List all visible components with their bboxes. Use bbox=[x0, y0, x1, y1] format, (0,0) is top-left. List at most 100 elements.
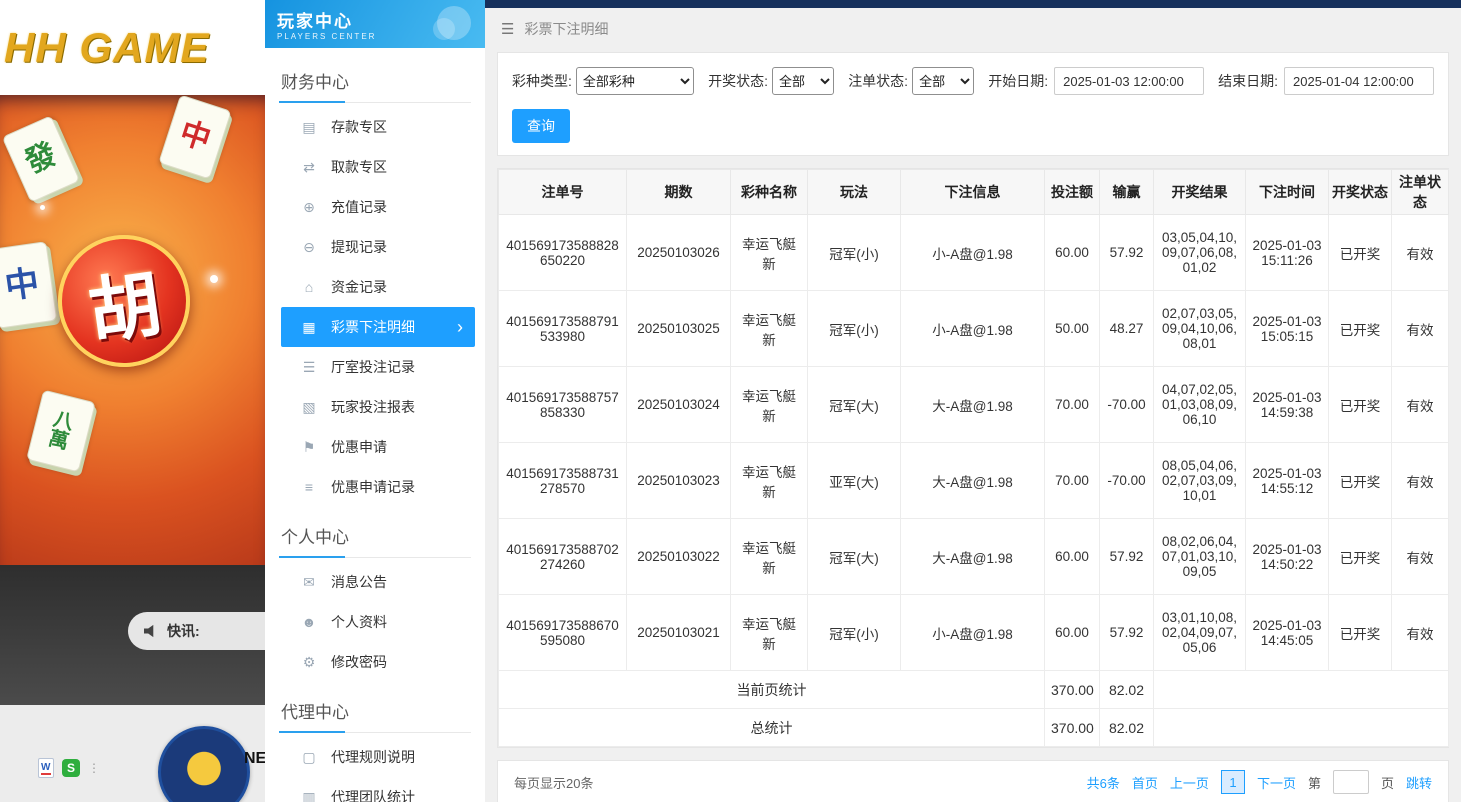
table-cell: 20250103025 bbox=[627, 291, 731, 367]
tile-char: 中 bbox=[3, 266, 41, 304]
table-cell: 幸运飞艇新 bbox=[731, 291, 808, 367]
sidebar-item-promo[interactable]: ⚑优惠申请 bbox=[281, 427, 475, 467]
table-cell: 02,07,03,05,09,04,10,06,08,01 bbox=[1154, 291, 1246, 367]
sidebar-item-lottery[interactable]: ▦ 彩票下注明细 › bbox=[281, 307, 475, 347]
table-cell: 50.00 bbox=[1045, 291, 1100, 367]
sidebar-item-label: 个人资料 bbox=[331, 612, 387, 632]
table-cell: 冠军(小) bbox=[808, 595, 901, 671]
bell-icon: ✉ bbox=[301, 574, 317, 591]
sidebar-item-cashout[interactable]: ⊖提现记录 bbox=[281, 227, 475, 267]
top-navy-bar bbox=[485, 0, 1461, 8]
column-header: 开奖状态 bbox=[1329, 170, 1392, 215]
bet-table: 注单号期数彩种名称玩法下注信息投注额输赢开奖结果下注时间开奖状态注单状态4015… bbox=[498, 169, 1449, 747]
chevron-right-icon: › bbox=[457, 318, 463, 336]
sidebar-item-label: 彩票下注明细 bbox=[331, 317, 415, 337]
table-row: 40156917358873127857020250103023幸运飞艇新亚军(… bbox=[499, 443, 1449, 519]
table-cell: -70.00 bbox=[1100, 443, 1154, 519]
withdraw-icon: ⇄ bbox=[301, 159, 317, 176]
table-cell: 20250103022 bbox=[627, 519, 731, 595]
speaker-icon bbox=[144, 624, 159, 638]
current-page[interactable]: 1 bbox=[1221, 770, 1245, 794]
sidebar-header: 玩家中心 PLAYERS CENTER bbox=[265, 0, 485, 48]
promo-badge-char: 胡 bbox=[81, 244, 167, 358]
section-title: 个人中心 bbox=[279, 519, 471, 558]
draw-status-select[interactable]: 全部 bbox=[772, 67, 834, 95]
sidebar-item-recharge[interactable]: ⊕充值记录 bbox=[281, 187, 475, 227]
bet-status-label: 注单状态: bbox=[848, 71, 908, 91]
sidebar-item-label: 代理规则说明 bbox=[331, 747, 415, 767]
jump-page-input[interactable] bbox=[1333, 770, 1369, 794]
table-cell: 60.00 bbox=[1045, 215, 1100, 291]
table-cell: 有效 bbox=[1392, 595, 1449, 671]
lottery-icon: ▦ bbox=[301, 319, 317, 336]
column-header: 下注时间 bbox=[1246, 170, 1329, 215]
promo-image: 發 中 中 八 萬 胡 bbox=[0, 95, 265, 565]
page-title: 彩票下注明细 bbox=[524, 19, 608, 39]
column-header: 玩法 bbox=[808, 170, 901, 215]
table-cell: 20250103024 bbox=[627, 367, 731, 443]
sidebar-item-stats[interactable]: ▥代理团队统计 bbox=[281, 777, 475, 802]
table-cell: 已开奖 bbox=[1329, 519, 1392, 595]
sidebar-item-deposit[interactable]: ▤存款专区 bbox=[281, 107, 475, 147]
table-cell: 401569173588757858330 bbox=[499, 367, 627, 443]
sidebar-item-user[interactable]: ☻个人资料 bbox=[281, 602, 475, 642]
word-doc-icon[interactable] bbox=[38, 758, 54, 778]
end-date-input[interactable] bbox=[1284, 67, 1434, 95]
sidebar-item-bell[interactable]: ✉ 消息公告 bbox=[281, 562, 475, 602]
sidebar-item-report[interactable]: ▧玩家投注报表 bbox=[281, 387, 475, 427]
sogou-icon[interactable] bbox=[62, 759, 80, 777]
table-cell: 已开奖 bbox=[1329, 595, 1392, 671]
cashout-icon: ⊖ bbox=[301, 239, 317, 256]
jump-prefix: 第 bbox=[1308, 773, 1321, 792]
table-cell: 57.92 bbox=[1100, 595, 1154, 671]
jump-button[interactable]: 跳转 bbox=[1406, 773, 1432, 792]
query-button[interactable]: 查询 bbox=[512, 109, 570, 143]
table-cell: 幸运飞艇新 bbox=[731, 519, 808, 595]
table-cell: 已开奖 bbox=[1329, 443, 1392, 519]
column-header: 投注额 bbox=[1045, 170, 1100, 215]
table-cell: 幸运飞艇新 bbox=[731, 367, 808, 443]
start-date-label: 开始日期: bbox=[988, 71, 1048, 91]
pagination-bar: 每页显示20条 共6条 首页 上一页 1 下一页 第 页 跳转 bbox=[497, 760, 1449, 802]
sidebar-item-funds[interactable]: ⌂资金记录 bbox=[281, 267, 475, 307]
next-page-link[interactable]: 下一页 bbox=[1257, 773, 1296, 792]
column-header: 注单状态 bbox=[1392, 170, 1449, 215]
table-cell: 20250103023 bbox=[627, 443, 731, 519]
first-page-link[interactable]: 首页 bbox=[1132, 773, 1158, 792]
sidebar-item-label: 厅室投注记录 bbox=[331, 357, 415, 377]
more-icon[interactable] bbox=[88, 761, 100, 775]
doc-icon: ▢ bbox=[301, 749, 317, 766]
sidebar-item-hall[interactable]: ☰厅室投注记录 bbox=[281, 347, 475, 387]
prev-page-link[interactable]: 上一页 bbox=[1170, 773, 1209, 792]
sidebar-item-gear[interactable]: ⚙修改密码 bbox=[281, 642, 475, 682]
table-cell: 401569173588670595080 bbox=[499, 595, 627, 671]
promo-badge: 胡 bbox=[49, 226, 198, 375]
sidebar-item-label: 玩家投注报表 bbox=[331, 397, 415, 417]
table-cell: 小-A盘@1.98 bbox=[901, 595, 1045, 671]
summary-row: 当前页统计370.0082.02 bbox=[499, 671, 1449, 709]
sidebar-item-label: 消息公告 bbox=[331, 572, 387, 592]
sidebar-item-withdraw[interactable]: ⇄取款专区 bbox=[281, 147, 475, 187]
section-title: 财务中心 bbox=[279, 64, 471, 103]
table-cell: 已开奖 bbox=[1329, 291, 1392, 367]
site-logo: HH GAME bbox=[0, 0, 265, 95]
table-cell: 幸运飞艇新 bbox=[731, 215, 808, 291]
column-header: 注单号 bbox=[499, 170, 627, 215]
summary-empty bbox=[1154, 709, 1449, 747]
table-row: 40156917358875785833020250103024幸运飞艇新冠军(… bbox=[499, 367, 1449, 443]
stats-icon: ▥ bbox=[301, 789, 317, 802]
recharge-icon: ⊕ bbox=[301, 199, 317, 216]
sidebar-item-promo-record[interactable]: ≡优惠申请记录 bbox=[281, 467, 475, 507]
table-row: 40156917358879153398020250103025幸运飞艇新冠军(… bbox=[499, 291, 1449, 367]
sidebar-menu: 财务中心 ▤存款专区⇄取款专区⊕充值记录⊖提现记录⌂资金记录 ▦ 彩票下注明细 › ☰厅室… bbox=[265, 48, 485, 802]
bet-status-select[interactable]: 全部 bbox=[912, 67, 974, 95]
menu-toggle-icon[interactable] bbox=[501, 20, 514, 38]
start-date-input[interactable] bbox=[1054, 67, 1204, 95]
sidebar-item-label: 资金记录 bbox=[331, 277, 387, 297]
summary-winloss-total: 82.02 bbox=[1100, 671, 1154, 709]
lottery-type-select[interactable]: 全部彩种 bbox=[576, 67, 694, 95]
column-header: 下注信息 bbox=[901, 170, 1045, 215]
news-ticker: 快讯: bbox=[128, 612, 265, 650]
table-cell: 大-A盘@1.98 bbox=[901, 443, 1045, 519]
sidebar-item-doc[interactable]: ▢ 代理规则说明 bbox=[281, 737, 475, 777]
